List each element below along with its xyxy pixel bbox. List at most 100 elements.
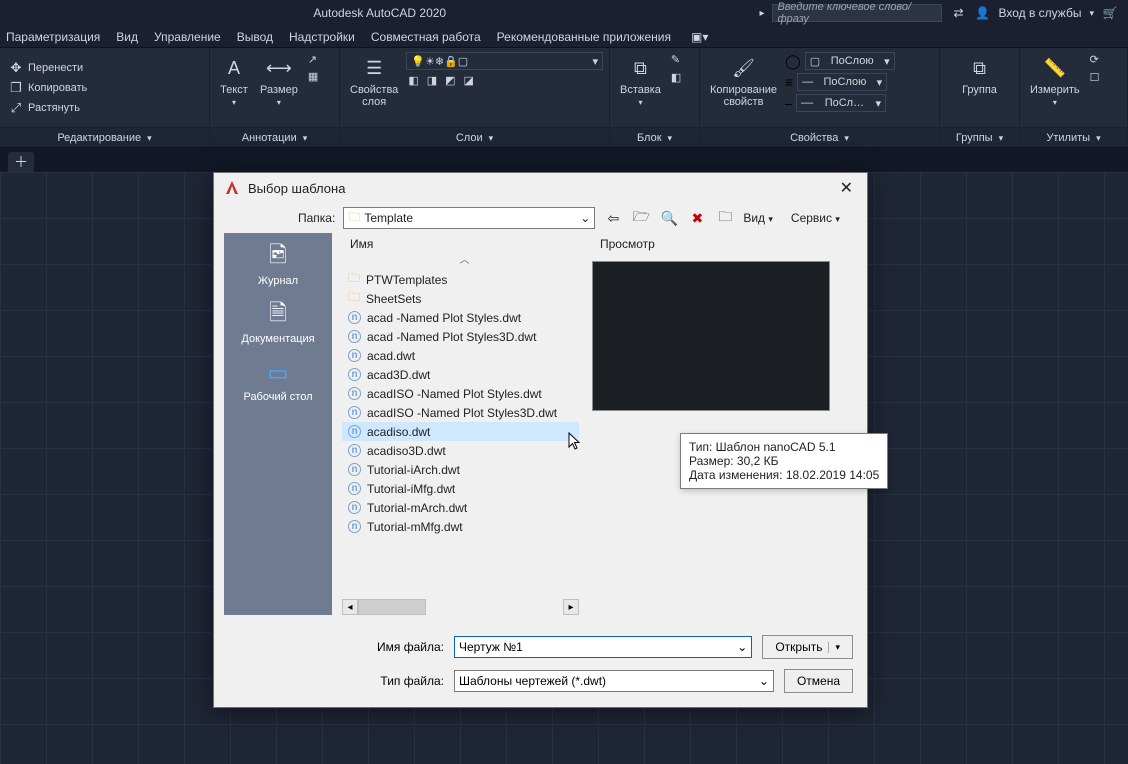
open-button[interactable]: Открыть▾ — [762, 635, 853, 659]
up-folder-button[interactable]: 🗁 — [631, 208, 651, 228]
file-row[interactable]: nacadISO -Named Plot Styles.dwt — [342, 384, 579, 403]
menu-expand-icon[interactable]: ▣▾ — [691, 30, 708, 44]
dwt-icon: n — [348, 520, 361, 533]
menu-manage[interactable]: Управление — [154, 30, 221, 44]
layer-tool-4[interactable]: ◪ — [462, 73, 476, 88]
text-button[interactable]: AТекст▾ — [216, 52, 252, 109]
file-row[interactable]: nTutorial-iMfg.dwt — [342, 479, 579, 498]
scroll-left-button[interactable]: ◂ — [342, 599, 358, 615]
measure-icon: 📏 — [1041, 54, 1069, 82]
folder-dropdown[interactable]: 🗀 Template ⌄ — [343, 207, 595, 229]
copy-button[interactable]: ❐Копировать — [6, 79, 89, 97]
new-tab-button[interactable]: ＋ — [8, 152, 34, 172]
login-link[interactable]: Вход в службы — [998, 6, 1081, 20]
linetype-icon[interactable]: ⎯ — [785, 95, 792, 112]
dwt-icon: n — [348, 501, 361, 514]
linetype-dropdown[interactable]: ––ПоСл…▾ — [796, 94, 886, 112]
file-row[interactable]: nTutorial-iArch.dwt — [342, 460, 579, 479]
group-button[interactable]: ⧉Группа — [958, 52, 1001, 98]
menu-featured[interactable]: Рекомендованные приложения — [497, 30, 671, 44]
dimension-icon: ⟷ — [265, 54, 293, 82]
panel-groups-title[interactable]: Группы — [956, 132, 993, 144]
dwt-icon: n — [348, 311, 361, 324]
layer-props-button[interactable]: ☰Свойства слоя — [346, 52, 402, 110]
file-row[interactable]: 🗀PTWTemplates — [342, 270, 579, 289]
menu-addins[interactable]: Надстройки — [289, 30, 355, 44]
table-icon[interactable]: ▦ — [306, 69, 320, 84]
file-row[interactable]: nTutorial-mMfg.dwt — [342, 517, 579, 536]
scroll-thumb[interactable] — [358, 599, 426, 615]
file-name: acad.dwt — [367, 349, 415, 363]
dwt-icon: n — [348, 387, 361, 400]
util-tool-1[interactable]: ⟳ — [1088, 52, 1102, 67]
dialog-close-button[interactable]: ✕ — [836, 174, 857, 202]
service-menu[interactable]: Сервис ▾ — [791, 211, 840, 225]
view-menu[interactable]: Вид ▾ — [743, 211, 773, 225]
layer-tool-2[interactable]: ◨ — [425, 73, 439, 88]
lineweight-dropdown[interactable]: —ПоСлою▾ — [797, 73, 887, 91]
preview-box — [592, 261, 830, 411]
search-web-button[interactable]: 🔍 — [659, 208, 679, 228]
file-row[interactable]: nacad -Named Plot Styles.dwt — [342, 308, 579, 327]
block-tool-2[interactable]: ◧ — [669, 70, 683, 85]
util-tool-2[interactable]: ☐ — [1088, 70, 1102, 85]
color-dropdown[interactable]: ▢ПоСлою▾ — [805, 52, 895, 70]
menu-collab[interactable]: Совместная работа — [371, 30, 481, 44]
lineweight-icon[interactable]: ≡ — [785, 74, 793, 90]
app-title: Autodesk AutoCAD 2020 — [0, 6, 759, 20]
scroll-right-button[interactable]: ▸ — [563, 599, 579, 615]
menu-output[interactable]: Вывод — [237, 30, 273, 44]
delete-button[interactable]: ✖ — [687, 208, 707, 228]
file-row[interactable]: nacad3D.dwt — [342, 365, 579, 384]
menu-param[interactable]: Параметризация — [6, 30, 100, 44]
color-wheel-icon[interactable]: ◯ — [785, 53, 801, 70]
file-row[interactable]: nTutorial-mArch.dwt — [342, 498, 579, 517]
panel-utils-title[interactable]: Утилиты — [1046, 132, 1090, 144]
new-folder-button[interactable]: 🗀 — [715, 208, 735, 228]
horizontal-scrollbar[interactable]: ◂ ▸ — [342, 599, 579, 615]
match-props-button[interactable]: 🖌Копирование свойств — [706, 52, 781, 110]
connection-icon[interactable]: ⇄ — [950, 5, 966, 21]
layer-state-dropdown[interactable]: 💡☀❄🔒▢▾ — [406, 52, 603, 70]
file-name: acadiso.dwt — [367, 425, 430, 439]
file-row[interactable]: 🗀SheetSets — [342, 289, 579, 308]
insert-icon: ⧉ — [626, 54, 654, 82]
title-chevron-icon[interactable]: ▸ — [759, 8, 764, 19]
history-icon: 🖻 — [262, 243, 294, 271]
menu-view[interactable]: Вид — [116, 30, 138, 44]
panel-edit-title[interactable]: Редактирование — [57, 132, 141, 144]
measure-button[interactable]: 📏Измерить▾ — [1026, 52, 1084, 109]
title-bar: Autodesk AutoCAD 2020 ▸ Введите ключевое… — [0, 0, 1128, 26]
file-row[interactable]: nacadISO -Named Plot Styles3D.dwt — [342, 403, 579, 422]
move-button[interactable]: ✥Перенести — [6, 59, 85, 77]
panel-annot-title[interactable]: Аннотации — [242, 132, 297, 144]
panel-props-title[interactable]: Свойства — [790, 132, 838, 144]
panel-layers-title[interactable]: Слои — [456, 132, 483, 144]
panel-block-title[interactable]: Блок — [637, 132, 662, 144]
block-tool-1[interactable]: ✎ — [669, 52, 683, 67]
back-button[interactable]: ⇦ — [603, 208, 623, 228]
file-row[interactable]: nacadiso3D.dwt — [342, 441, 579, 460]
file-name-input[interactable]: Чертуж №1⌄ — [454, 636, 752, 658]
user-icon[interactable]: 👤 — [974, 5, 990, 21]
layer-tool-1[interactable]: ◧ — [406, 73, 420, 88]
file-row[interactable]: nacadiso.dwt — [342, 422, 579, 441]
place-history[interactable]: 🖻Журнал — [258, 243, 298, 287]
column-name-header[interactable]: Имя︿ — [342, 233, 579, 270]
dimension-button[interactable]: ⟷Размер▾ — [256, 52, 302, 109]
insert-block-button[interactable]: ⧉Вставка▾ — [616, 52, 665, 109]
file-name: acad -Named Plot Styles3D.dwt — [367, 330, 536, 344]
cart-icon[interactable]: 🛒 — [1102, 5, 1118, 21]
place-documents[interactable]: 🗎Документация — [241, 301, 314, 345]
dwt-icon: n — [348, 482, 361, 495]
stretch-button[interactable]: ⤢Растянуть — [6, 99, 82, 117]
file-row[interactable]: nacad.dwt — [342, 346, 579, 365]
layer-tool-3[interactable]: ◩ — [443, 73, 457, 88]
keyword-search[interactable]: Введите ключевое слово/фразу — [772, 4, 942, 22]
cancel-button[interactable]: Отмена — [784, 669, 853, 693]
file-row[interactable]: nacad -Named Plot Styles3D.dwt — [342, 327, 579, 346]
login-dropdown-icon[interactable]: ▾ — [1089, 8, 1094, 19]
file-type-dropdown[interactable]: Шаблоны чертежей (*.dwt)⌄ — [454, 670, 774, 692]
place-desktop[interactable]: ▭Рабочий стол — [243, 359, 312, 403]
leader-icon[interactable]: ↗ — [306, 52, 320, 67]
